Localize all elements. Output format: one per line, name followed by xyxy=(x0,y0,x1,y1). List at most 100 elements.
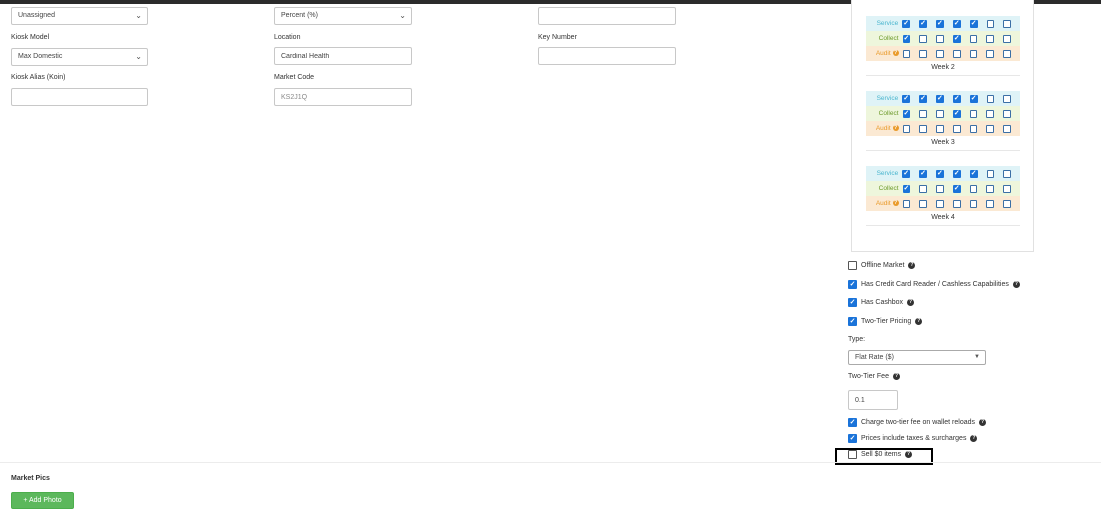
schedule-day-checkbox[interactable] xyxy=(919,124,928,133)
question-circle-icon[interactable]: ? xyxy=(892,50,899,57)
kiosk-alias-label: Kiosk Alias (Koin) xyxy=(11,74,66,81)
offline-market-checkbox[interactable] xyxy=(848,261,857,270)
question-circle-icon[interactable]: ? xyxy=(892,200,899,207)
credit-card-reader-checkbox[interactable]: ✓ xyxy=(848,280,857,289)
credit-card-reader-option: ✓ Has Credit Card Reader / Cashless Capa… xyxy=(848,280,1020,289)
schedule-day-checkbox[interactable] xyxy=(1003,124,1012,133)
schedule-day-checkbox[interactable]: ✓ xyxy=(919,169,927,178)
schedule-day-checkbox[interactable] xyxy=(969,34,978,43)
schedule-day-checkbox[interactable] xyxy=(919,199,928,208)
schedule-day-checkbox[interactable] xyxy=(986,184,995,193)
schedule-day-checkbox[interactable] xyxy=(936,184,944,193)
schedule-day-checkbox[interactable]: ✓ xyxy=(952,169,961,178)
schedule-day-checkbox[interactable] xyxy=(902,199,911,208)
schedule-day-checkbox[interactable] xyxy=(936,49,944,58)
market-code-label: Market Code xyxy=(274,74,315,81)
schedule-day-checkbox[interactable]: ✓ xyxy=(902,169,911,178)
question-circle-icon[interactable]: ? xyxy=(1012,281,1020,288)
schedule-row-service: Service ✓ ✓ ✓ ✓ ✓ xyxy=(866,91,1020,106)
schedule-row-label-text: Service xyxy=(876,95,899,102)
question-circle-icon[interactable]: ? xyxy=(970,435,978,442)
schedule-day-checkbox[interactable] xyxy=(952,124,961,133)
schedule-day-checkbox[interactable]: ✓ xyxy=(919,19,927,28)
schedule-day-checkbox[interactable] xyxy=(1003,199,1012,208)
status-select[interactable]: Unassigned ⌄ xyxy=(11,7,148,25)
prices-include-taxes-label: Prices include taxes & surcharges xyxy=(861,435,967,442)
schedule-day-checkbox[interactable] xyxy=(1003,109,1011,118)
schedule-day-checkbox[interactable] xyxy=(969,49,978,58)
schedule-day-checkbox[interactable] xyxy=(952,49,961,58)
schedule-day-checkbox[interactable]: ✓ xyxy=(952,94,961,103)
market-code-input[interactable] xyxy=(274,88,412,106)
two-tier-fee-input[interactable] xyxy=(848,390,898,410)
kiosk-model-select[interactable]: Max Domestic ⌄ xyxy=(11,48,148,66)
schedule-day-checkbox[interactable]: ✓ xyxy=(936,19,944,28)
schedule-day-checkbox[interactable] xyxy=(919,49,928,58)
schedule-day-checkbox[interactable] xyxy=(986,169,995,178)
fee-type-select[interactable]: Percent (%) ⌄ xyxy=(274,7,412,25)
kiosk-alias-input[interactable] xyxy=(11,88,148,106)
charge-on-reloads-checkbox[interactable]: ✓ xyxy=(848,418,857,427)
has-cashbox-checkbox[interactable]: ✓ xyxy=(848,298,857,307)
schedule-day-checkbox[interactable] xyxy=(936,34,944,43)
type-select[interactable]: Flat Rate ($) ▼ xyxy=(848,350,986,365)
question-circle-icon[interactable]: ? xyxy=(908,262,916,269)
schedule-day-checkbox[interactable]: ✓ xyxy=(969,169,978,178)
schedule-row-collect: Collect ✓ ✓ xyxy=(866,31,1020,46)
schedule-day-checkbox[interactable] xyxy=(952,199,961,208)
add-photo-button[interactable]: + Add Photo xyxy=(11,492,74,509)
schedule-day-checkbox[interactable] xyxy=(1003,49,1012,58)
schedule-day-checkbox[interactable]: ✓ xyxy=(902,94,911,103)
schedule-day-checkbox[interactable]: ✓ xyxy=(952,19,961,28)
schedule-day-checkbox[interactable] xyxy=(1003,169,1011,178)
schedule-day-checkbox[interactable] xyxy=(919,184,928,193)
key-number-input[interactable] xyxy=(538,47,676,65)
schedule-day-checkbox[interactable] xyxy=(936,109,944,118)
top-blank-input[interactable] xyxy=(538,7,676,25)
schedule-day-checkbox[interactable] xyxy=(936,199,944,208)
schedule-day-checkbox[interactable] xyxy=(986,199,995,208)
schedule-day-checkbox[interactable] xyxy=(1003,19,1011,28)
question-circle-icon[interactable]: ? xyxy=(907,299,915,306)
schedule-day-checkbox[interactable]: ✓ xyxy=(952,109,961,118)
schedule-day-checkbox[interactable]: ✓ xyxy=(952,34,961,43)
two-tier-pricing-label: Two-Tier Pricing xyxy=(861,318,912,325)
schedule-day-checkbox[interactable]: ✓ xyxy=(919,94,927,103)
schedule-day-checkbox[interactable] xyxy=(1003,94,1011,103)
schedule-day-checkbox[interactable]: ✓ xyxy=(902,34,911,43)
two-tier-pricing-checkbox[interactable]: ✓ xyxy=(848,317,857,326)
question-circle-icon[interactable]: ? xyxy=(892,373,900,380)
schedule-day-checkbox[interactable] xyxy=(986,49,995,58)
schedule-day-checkbox[interactable] xyxy=(902,49,911,58)
schedule-day-checkbox[interactable]: ✓ xyxy=(969,94,978,103)
question-circle-icon[interactable]: ? xyxy=(915,318,923,325)
prices-include-taxes-checkbox[interactable]: ✓ xyxy=(848,434,857,443)
schedule-day-checkbox[interactable] xyxy=(969,109,978,118)
schedule-day-checkbox[interactable]: ✓ xyxy=(952,184,961,193)
schedule-day-checkbox[interactable] xyxy=(1003,184,1011,193)
schedule-day-checkbox[interactable] xyxy=(969,124,978,133)
schedule-day-checkbox[interactable] xyxy=(902,124,911,133)
schedule-day-checkbox[interactable]: ✓ xyxy=(936,94,944,103)
schedule-day-checkbox[interactable] xyxy=(969,199,978,208)
schedule-day-checkbox[interactable] xyxy=(1003,34,1011,43)
schedule-day-checkbox[interactable]: ✓ xyxy=(902,19,911,28)
has-cashbox-option: ✓ Has Cashbox ? xyxy=(848,298,915,307)
location-input[interactable] xyxy=(274,47,412,65)
schedule-day-checkbox[interactable]: ✓ xyxy=(902,184,911,193)
schedule-day-checkbox[interactable] xyxy=(986,34,995,43)
schedule-day-checkbox[interactable]: ✓ xyxy=(936,169,944,178)
schedule-day-checkbox[interactable]: ✓ xyxy=(902,109,911,118)
schedule-day-checkbox[interactable] xyxy=(936,124,944,133)
schedule-day-checkbox[interactable] xyxy=(986,94,995,103)
schedule-day-checkbox[interactable] xyxy=(986,19,995,28)
question-circle-icon[interactable]: ? xyxy=(892,125,899,132)
schedule-day-checkbox[interactable] xyxy=(986,109,995,118)
question-circle-icon[interactable]: ? xyxy=(979,419,987,426)
type-select-value: Flat Rate ($) xyxy=(855,354,894,361)
schedule-day-checkbox[interactable] xyxy=(919,34,928,43)
schedule-day-checkbox[interactable]: ✓ xyxy=(969,19,978,28)
schedule-day-checkbox[interactable] xyxy=(986,124,995,133)
schedule-day-checkbox[interactable] xyxy=(969,184,978,193)
schedule-day-checkbox[interactable] xyxy=(919,109,928,118)
